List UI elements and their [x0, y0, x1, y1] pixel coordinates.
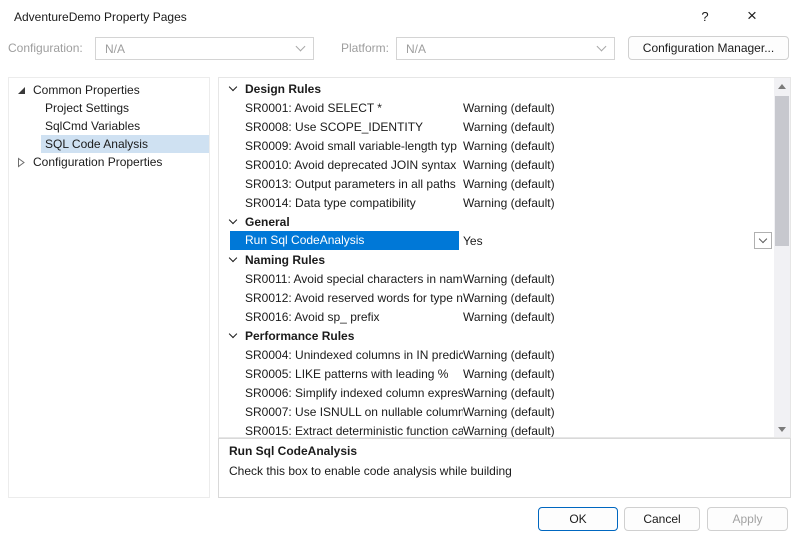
- property-name: SR0010: Avoid deprecated JOIN syntax: [245, 158, 463, 172]
- property-value: Warning (default): [463, 348, 774, 362]
- chevron-down-icon: [296, 42, 306, 52]
- tree-item-configuration-properties[interactable]: Configuration Properties: [9, 153, 209, 171]
- apply-button[interactable]: Apply: [707, 507, 788, 531]
- category-row-naming-rules[interactable]: Naming Rules: [219, 250, 774, 269]
- property-value[interactable]: Yes: [459, 234, 774, 248]
- property-value: Warning (default): [463, 196, 774, 210]
- configuration-label: Configuration:: [8, 41, 83, 55]
- property-name: SR0009: Avoid small variable-length typ: [245, 139, 463, 153]
- property-row-sr0005[interactable]: SR0005: LIKE patterns with leading % War…: [219, 364, 774, 383]
- property-row-sr0014[interactable]: SR0014: Data type compatibility Warning …: [219, 193, 774, 212]
- vertical-scrollbar[interactable]: [774, 78, 790, 437]
- scroll-down-button[interactable]: [774, 421, 790, 437]
- property-name: SR0006: Simplify indexed column expres: [245, 386, 463, 400]
- property-name: SR0005: LIKE patterns with leading %: [245, 367, 463, 381]
- scroll-thumb[interactable]: [775, 96, 789, 246]
- property-row-sr0006[interactable]: SR0006: Simplify indexed column expres W…: [219, 383, 774, 402]
- property-grid-panel: Design Rules SR0001: Avoid SELECT * Warn…: [218, 77, 791, 438]
- property-row-sr0001[interactable]: SR0001: Avoid SELECT * Warning (default): [219, 98, 774, 117]
- close-icon: ×: [747, 6, 757, 26]
- collapse-icon[interactable]: [15, 87, 27, 94]
- close-button[interactable]: ×: [735, 0, 769, 32]
- chevron-down-icon: [759, 235, 767, 243]
- property-row-sr0013[interactable]: SR0013: Output parameters in all paths W…: [219, 174, 774, 193]
- chevron-down-icon[interactable]: [229, 216, 237, 224]
- configuration-value: N/A: [105, 42, 125, 56]
- property-name: SR0012: Avoid reserved words for type n: [245, 291, 463, 305]
- property-row-sr0010[interactable]: SR0010: Avoid deprecated JOIN syntax War…: [219, 155, 774, 174]
- description-title: Run Sql CodeAnalysis: [229, 444, 780, 458]
- property-value: Warning (default): [463, 139, 774, 153]
- property-row-sr0012[interactable]: SR0012: Avoid reserved words for type n …: [219, 288, 774, 307]
- property-value: Warning (default): [463, 291, 774, 305]
- configuration-combobox[interactable]: N/A: [95, 37, 314, 60]
- property-row-run-sql-codeanalysis[interactable]: Run Sql CodeAnalysis Yes: [219, 231, 774, 250]
- property-name: SR0007: Use ISNULL on nullable column: [245, 405, 463, 419]
- property-row-sr0008[interactable]: SR0008: Use SCOPE_IDENTITY Warning (defa…: [219, 117, 774, 136]
- property-value: Warning (default): [463, 405, 774, 419]
- property-value: Warning (default): [463, 158, 774, 172]
- expand-icon[interactable]: [15, 157, 27, 168]
- property-name: SR0008: Use SCOPE_IDENTITY: [245, 120, 463, 134]
- scroll-up-button[interactable]: [774, 78, 790, 94]
- property-row-sr0016[interactable]: SR0016: Avoid sp_ prefix Warning (defaul…: [219, 307, 774, 326]
- property-grid: Design Rules SR0001: Avoid SELECT * Warn…: [219, 78, 774, 437]
- property-name: SR0001: Avoid SELECT *: [245, 101, 463, 115]
- property-name: SR0015: Extract deterministic function c…: [245, 424, 463, 438]
- property-row-sr0015[interactable]: SR0015: Extract deterministic function c…: [219, 421, 774, 437]
- property-row-sr0004[interactable]: SR0004: Unindexed columns in IN predic W…: [219, 345, 774, 364]
- platform-label: Platform:: [341, 41, 389, 55]
- property-row-sr0009[interactable]: SR0009: Avoid small variable-length typ …: [219, 136, 774, 155]
- chevron-down-icon[interactable]: [229, 330, 237, 338]
- window-title: AdventureDemo Property Pages: [14, 10, 187, 24]
- property-name: SR0014: Data type compatibility: [245, 196, 463, 210]
- property-name: SR0016: Avoid sp_ prefix: [245, 310, 463, 324]
- category-row-general[interactable]: General: [219, 212, 774, 231]
- property-value: Warning (default): [463, 120, 774, 134]
- property-value: Warning (default): [463, 272, 774, 286]
- property-name: SR0004: Unindexed columns in IN predic: [245, 348, 463, 362]
- help-icon: ?: [701, 9, 708, 24]
- ok-button[interactable]: OK: [538, 507, 618, 531]
- property-name: SR0011: Avoid special characters in nam: [245, 272, 463, 286]
- property-value: Warning (default): [463, 177, 774, 191]
- title-bar: AdventureDemo Property Pages ? ×: [0, 0, 797, 33]
- triangle-down-icon: [778, 427, 786, 432]
- description-text: Check this box to enable code analysis w…: [229, 464, 780, 478]
- category-row-performance-rules[interactable]: Performance Rules: [219, 326, 774, 345]
- triangle-up-icon: [778, 84, 786, 89]
- property-value: Warning (default): [463, 310, 774, 324]
- help-button[interactable]: ?: [688, 0, 722, 32]
- property-name: Run Sql CodeAnalysis: [230, 231, 459, 250]
- configuration-manager-button[interactable]: Configuration Manager...: [628, 36, 789, 60]
- property-name: SR0013: Output parameters in all paths: [245, 177, 463, 191]
- description-panel: Run Sql CodeAnalysis Check this box to e…: [218, 438, 791, 498]
- value-dropdown-button[interactable]: [754, 232, 772, 249]
- property-row-sr0007[interactable]: SR0007: Use ISNULL on nullable column Wa…: [219, 402, 774, 421]
- chevron-down-icon: [597, 42, 607, 52]
- properties-tree: Common Properties Project Settings SqlCm…: [8, 77, 210, 498]
- tree-item-sql-code-analysis[interactable]: SQL Code Analysis: [9, 135, 209, 153]
- chevron-down-icon[interactable]: [229, 254, 237, 262]
- chevron-down-icon[interactable]: [229, 83, 237, 91]
- tree-item-project-settings[interactable]: Project Settings: [9, 99, 209, 117]
- tree-item-common-properties[interactable]: Common Properties: [9, 81, 209, 99]
- property-value: Warning (default): [463, 424, 774, 438]
- property-value: Warning (default): [463, 101, 774, 115]
- cancel-button[interactable]: Cancel: [624, 507, 700, 531]
- property-value: Warning (default): [463, 367, 774, 381]
- platform-value: N/A: [406, 42, 426, 56]
- property-value: Warning (default): [463, 386, 774, 400]
- category-row-design-rules[interactable]: Design Rules: [219, 79, 774, 98]
- platform-combobox[interactable]: N/A: [396, 37, 615, 60]
- property-row-sr0011[interactable]: SR0011: Avoid special characters in nam …: [219, 269, 774, 288]
- tree-item-sqlcmd-variables[interactable]: SqlCmd Variables: [9, 117, 209, 135]
